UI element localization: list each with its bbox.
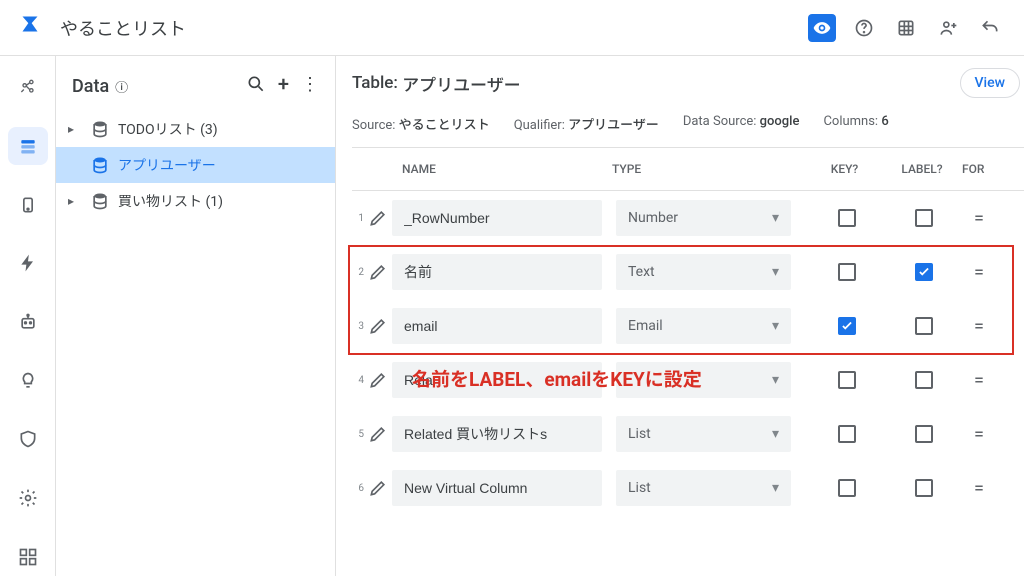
formula-button[interactable]: = — [964, 208, 994, 229]
row-number: 5 — [352, 429, 364, 440]
preview-icon[interactable] — [808, 14, 836, 42]
content-area: Table: アプリユーザー View Source: やることリスト Qual… — [336, 56, 1024, 576]
col-key-header: KEY? — [807, 162, 882, 176]
key-checkbox[interactable] — [838, 371, 856, 389]
view-button[interactable]: View — [960, 68, 1021, 98]
rail-manage-icon[interactable] — [8, 537, 48, 576]
info-icon[interactable]: ⓘ — [115, 77, 128, 96]
edit-icon[interactable] — [364, 262, 392, 282]
annotation-text: 名前をLABEL、emailをKEYに設定 — [412, 365, 702, 392]
column-name-input[interactable] — [392, 470, 602, 506]
column-type-select[interactable]: List▾ — [616, 470, 791, 506]
nav-rail — [0, 56, 56, 576]
add-icon[interactable]: + — [278, 74, 289, 99]
column-type-select[interactable]: Number▾ — [616, 200, 791, 236]
column-type-select[interactable]: Email▾ — [616, 308, 791, 344]
tree-item-label: 買い物リスト (1) — [118, 191, 223, 211]
data-tree: ▸ TODOリスト (3) アプリユーザー ▸ 買い物リスト (1) — [56, 111, 335, 219]
table-row: 2 Text▾ = — [352, 245, 1024, 299]
label-checkbox[interactable] — [915, 317, 933, 335]
share-icon[interactable] — [934, 14, 962, 42]
row-number: 2 — [352, 267, 364, 278]
formula-button[interactable]: = — [964, 316, 994, 337]
table-row: 6 List▾ = — [352, 461, 1024, 515]
table-row: 3 Email▾ = — [352, 299, 1024, 353]
label-checkbox[interactable] — [915, 371, 933, 389]
rail-settings-icon[interactable] — [8, 479, 48, 518]
table-row: 1 Number▾ = — [352, 191, 1024, 245]
data-panel: Data ⓘ + ⋮ ▸ TODOリスト (3) アプリユーザー ▸ 買い物リスト (1… — [56, 56, 336, 576]
label-checkbox[interactable] — [915, 425, 933, 443]
formula-button[interactable]: = — [964, 424, 994, 445]
rail-home-icon[interactable] — [8, 68, 48, 107]
tree-item-label: TODOリスト (3) — [118, 119, 218, 139]
formula-button[interactable]: = — [964, 370, 994, 391]
grid-icon[interactable] — [892, 14, 920, 42]
column-name-input[interactable] — [392, 416, 602, 452]
table-row: 5 List▾ = — [352, 407, 1024, 461]
top-bar: やることリスト — [0, 0, 1024, 56]
label-checkbox[interactable] — [915, 479, 933, 497]
app-title: やることリスト — [60, 15, 186, 41]
row-number: 1 — [352, 213, 364, 224]
undo-icon[interactable] — [976, 14, 1004, 42]
formula-button[interactable]: = — [964, 262, 994, 283]
key-checkbox[interactable] — [838, 263, 856, 281]
label-checkbox[interactable] — [915, 209, 933, 227]
tree-item[interactable]: アプリユーザー — [56, 147, 335, 183]
key-checkbox[interactable] — [838, 317, 856, 335]
rail-bot-icon[interactable] — [8, 303, 48, 342]
rail-security-icon[interactable] — [8, 420, 48, 459]
column-name-input[interactable] — [392, 254, 602, 290]
rail-views-icon[interactable] — [8, 185, 48, 224]
meta-row: Source: やることリスト Qualifier: アプリユーザー Data … — [352, 110, 1024, 148]
search-icon[interactable] — [246, 74, 266, 99]
edit-icon[interactable] — [364, 208, 392, 228]
label-checkbox[interactable] — [915, 263, 933, 281]
column-type-select[interactable]: Text▾ — [616, 254, 791, 290]
rail-intelligence-icon[interactable] — [8, 361, 48, 400]
chevron-icon: ▸ — [68, 122, 82, 136]
rail-data-icon[interactable] — [8, 127, 48, 166]
row-number: 4 — [352, 375, 364, 386]
column-name-input[interactable] — [392, 200, 602, 236]
app-logo — [20, 14, 48, 42]
panel-header: Data ⓘ + ⋮ — [56, 68, 335, 111]
key-checkbox[interactable] — [838, 209, 856, 227]
tree-item[interactable]: ▸ TODOリスト (3) — [56, 111, 335, 147]
col-name-header: NAME — [382, 162, 612, 176]
edit-icon[interactable] — [364, 478, 392, 498]
help-icon[interactable] — [850, 14, 878, 42]
tree-item[interactable]: ▸ 買い物リスト (1) — [56, 183, 335, 219]
main: Data ⓘ + ⋮ ▸ TODOリスト (3) アプリユーザー ▸ 買い物リスト (1… — [0, 56, 1024, 576]
edit-icon[interactable] — [364, 370, 392, 390]
panel-title: Data — [72, 76, 109, 97]
col-type-header: TYPE — [612, 162, 807, 176]
top-actions — [808, 14, 1004, 42]
chevron-icon: ▸ — [68, 194, 82, 208]
col-for-header: FOR — [962, 162, 1002, 176]
formula-button[interactable]: = — [964, 478, 994, 499]
row-number: 3 — [352, 321, 364, 332]
table-header: NAME TYPE KEY? LABEL? FOR — [352, 148, 1024, 191]
key-checkbox[interactable] — [838, 425, 856, 443]
edit-icon[interactable] — [364, 424, 392, 444]
table-body: 名前をLABEL、emailをKEYに設定 1 Number▾ = 2 Text… — [352, 191, 1024, 515]
col-label-header: LABEL? — [882, 162, 962, 176]
edit-icon[interactable] — [364, 316, 392, 336]
column-name-input[interactable] — [392, 308, 602, 344]
table-title: Table: アプリユーザー View — [352, 68, 1024, 110]
tree-item-label: アプリユーザー — [118, 155, 216, 175]
rail-actions-icon[interactable] — [8, 244, 48, 283]
column-type-select[interactable]: List▾ — [616, 416, 791, 452]
more-icon[interactable]: ⋮ — [301, 74, 319, 99]
row-number: 6 — [352, 483, 364, 494]
key-checkbox[interactable] — [838, 479, 856, 497]
